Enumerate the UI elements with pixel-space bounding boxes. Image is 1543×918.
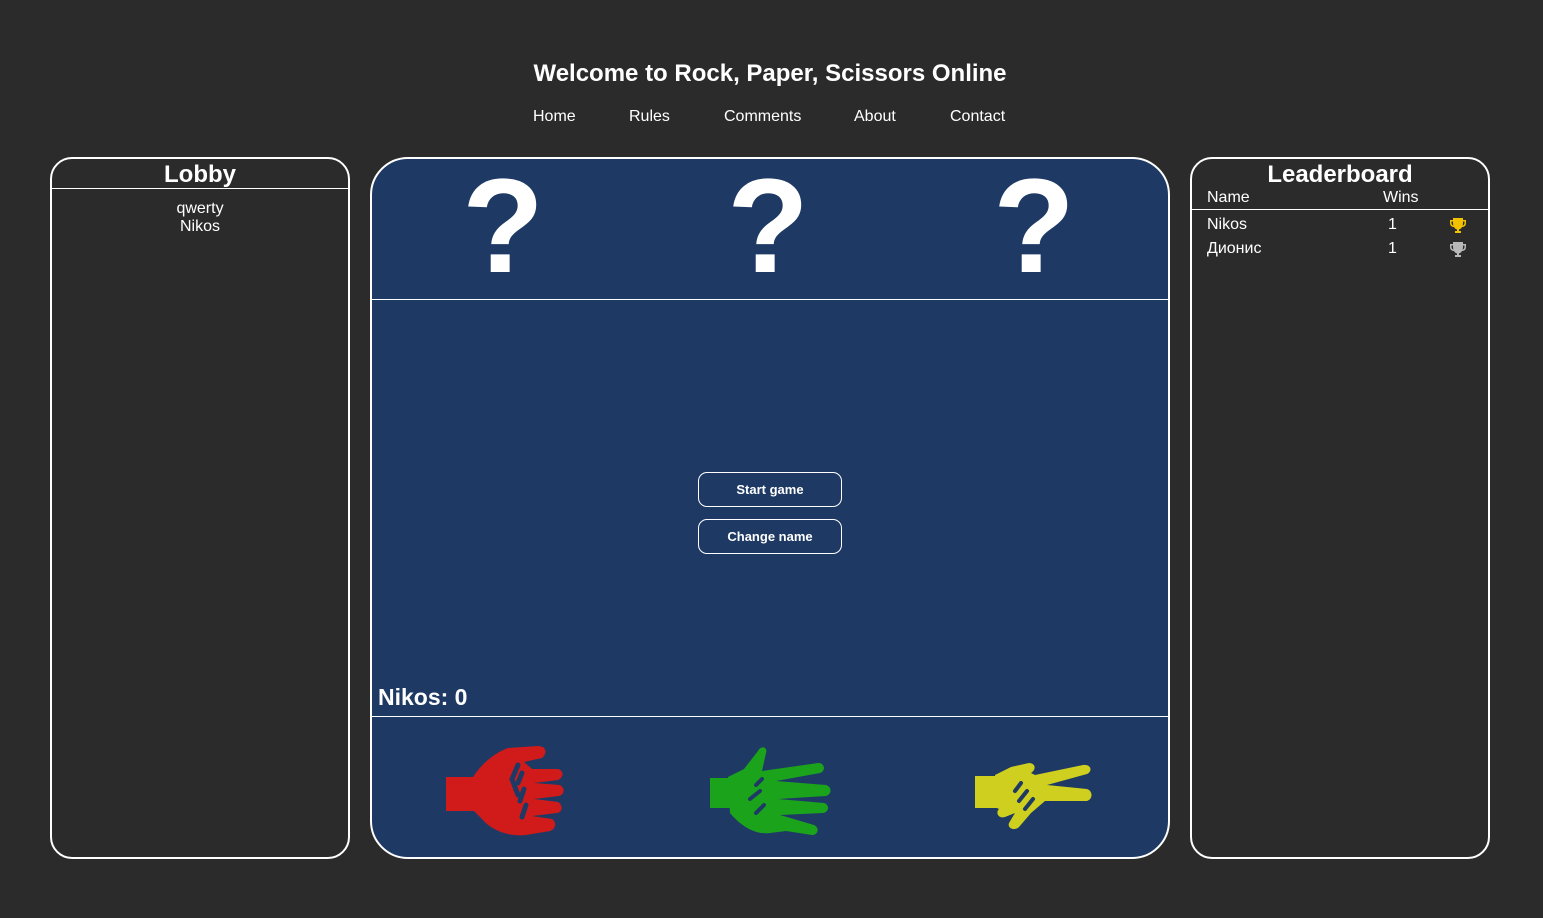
rock-fist-icon[interactable] [446, 745, 564, 840]
lobby-panel: Lobby qwerty Nikos [50, 157, 350, 859]
gold-trophy-icon [1450, 218, 1466, 233]
change-name-button[interactable]: Change name [698, 519, 842, 554]
lobby-title: Lobby [52, 159, 348, 189]
leaderboard-player-name: Дионис [1207, 240, 1262, 257]
leaderboard-title: Leaderboard [1267, 161, 1413, 188]
column-header-wins: Wins [1383, 189, 1419, 206]
leaderboard-row: Дионис 1 [1192, 238, 1488, 262]
choice-area [372, 716, 1168, 857]
game-status-area: Start game Change name Nikos: 0 [372, 300, 1168, 716]
leaderboard-panel: Leaderboard Name Wins Nikos 1 Дионис 1 [1190, 157, 1490, 859]
opponent-choice-area: ? ? ? [372, 159, 1168, 300]
leaderboard-player-wins: 1 [1388, 216, 1397, 233]
game-board: ? ? ? Start game Change name Nikos: 0 [370, 157, 1170, 859]
scissors-peace-hand-icon[interactable] [975, 761, 1093, 831]
leaderboard-player-name: Nikos [1207, 216, 1248, 233]
main-nav: Home Rules Comments About Contact [533, 108, 1005, 126]
lobby-player: qwerty [176, 200, 224, 217]
leaderboard-header-row: Name Wins [1192, 189, 1488, 210]
leaderboard-player-wins: 1 [1388, 240, 1397, 257]
paper-open-hand-icon[interactable] [710, 741, 832, 843]
leaderboard-row: Nikos 1 [1192, 214, 1488, 238]
nav-home-link[interactable]: Home [533, 108, 629, 126]
column-header-name: Name [1207, 189, 1250, 206]
lobby-player-list: qwerty Nikos [52, 189, 348, 236]
page: Welcome to Rock, Paper, Scissors Online … [0, 0, 1543, 918]
start-game-button[interactable]: Start game [698, 472, 842, 507]
player-score: Nikos: 0 [378, 684, 468, 710]
opponent-slot-question-mark: ? [727, 157, 809, 301]
page-title: Welcome to Rock, Paper, Scissors Online [533, 60, 1007, 87]
lobby-player: Nikos [179, 218, 220, 235]
opponent-slot-question-mark: ? [993, 157, 1075, 301]
nav-about-link[interactable]: About [854, 108, 950, 126]
silver-trophy-icon [1450, 242, 1466, 257]
nav-comments-link[interactable]: Comments [724, 108, 854, 126]
nav-rules-link[interactable]: Rules [629, 108, 724, 126]
opponent-slot-question-mark: ? [462, 157, 544, 301]
nav-contact-link[interactable]: Contact [950, 108, 1005, 126]
